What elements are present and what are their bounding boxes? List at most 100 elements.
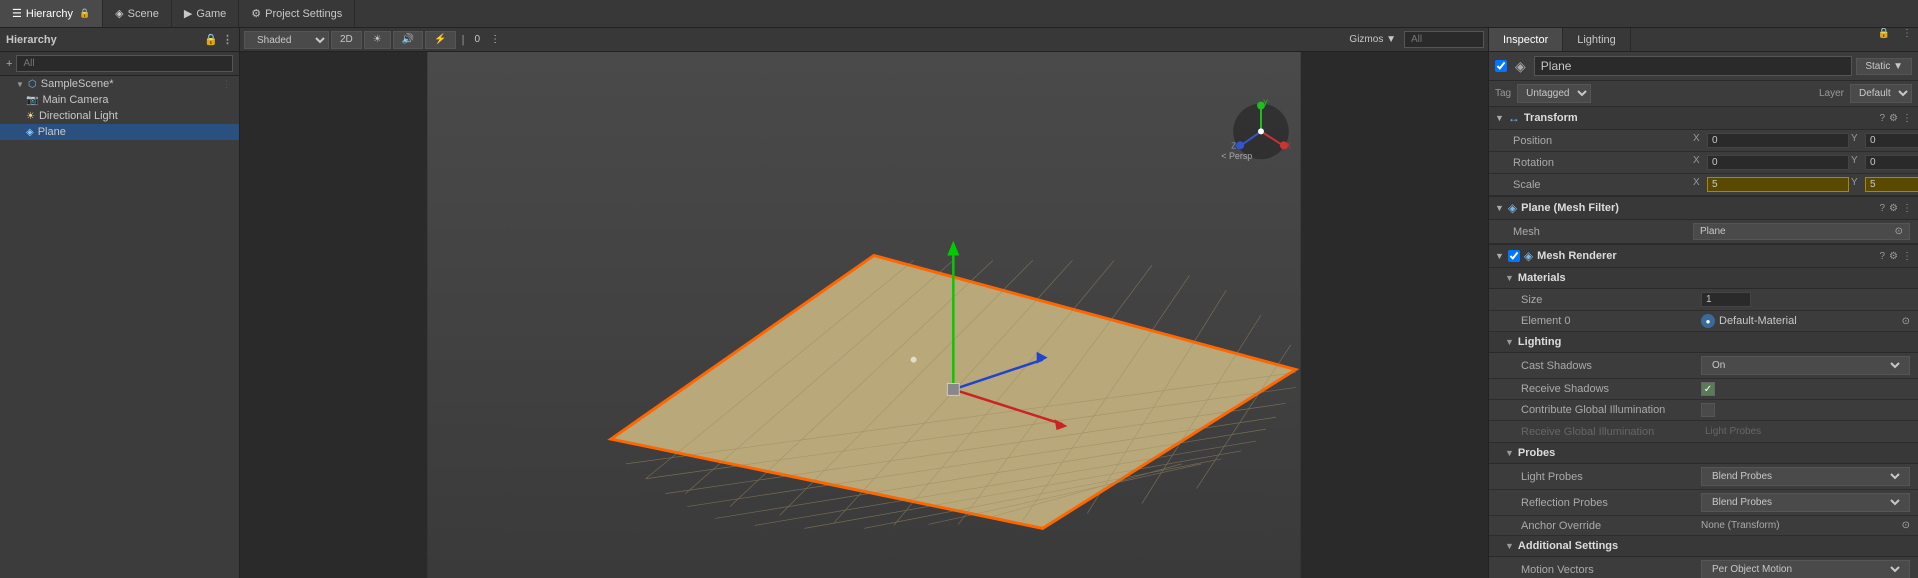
2d-toggle[interactable]: 2D — [331, 31, 362, 49]
hierarchy-lock-btn[interactable]: 🔒 — [204, 33, 218, 46]
mesh-filter-component: ▼ ◈ Plane (Mesh Filter) ? ⚙ ⋮ Mesh Plane… — [1489, 197, 1918, 245]
hierarchy-item[interactable]: ◈ Plane — [0, 124, 239, 140]
hierarchy-item[interactable]: 📷 Main Camera — [0, 92, 239, 108]
tab-lighting[interactable]: Lighting — [1563, 28, 1631, 51]
motion-vectors-row: Motion Vectors Per Object MotionCamera M… — [1489, 557, 1918, 578]
rotation-y[interactable] — [1865, 155, 1918, 170]
cast-shadows-dropdown[interactable]: OnOffTwo Sided — [1701, 356, 1910, 375]
static-button[interactable]: Static ▼ — [1856, 58, 1912, 75]
probes-section-header[interactable]: ▼ Probes — [1489, 443, 1918, 464]
object-active-checkbox[interactable] — [1495, 60, 1507, 72]
panel-more-btn[interactable]: ⋮ — [1896, 28, 1918, 51]
mesh-renderer-enable-checkbox[interactable] — [1508, 250, 1520, 262]
tab-game[interactable]: ▶ Game — [172, 0, 239, 27]
anchor-select-icon[interactable]: ⊙ — [1902, 520, 1910, 531]
transform-header[interactable]: ▼ ↔ Transform ? ⚙ ⋮ — [1489, 107, 1918, 130]
cast-shadows-select[interactable]: OnOffTwo Sided — [1708, 359, 1903, 372]
svg-text:Z: Z — [1231, 141, 1236, 150]
layer-select[interactable]: Default — [1850, 84, 1912, 103]
tab-scene[interactable]: ◈ Scene — [103, 0, 172, 27]
material-icon: ● — [1701, 314, 1715, 328]
scene-search[interactable] — [1404, 31, 1484, 48]
contribute-gi-checkbox[interactable] — [1701, 403, 1715, 417]
reflection-probes-select[interactable]: Blend ProbesOffSimple — [1708, 496, 1903, 509]
material-name-label: Default-Material — [1719, 315, 1797, 327]
checkmark-icon: ✓ — [1704, 384, 1712, 395]
rotation-x[interactable] — [1707, 155, 1849, 170]
tab-inspector[interactable]: Inspector — [1489, 28, 1563, 51]
rotation-field: X Y Z — [1693, 155, 1918, 170]
scale-y[interactable] — [1865, 177, 1918, 192]
object-icon-display: ◈ — [1515, 58, 1526, 75]
cast-shadows-row: Cast Shadows OnOffTwo Sided — [1489, 353, 1918, 379]
tabs-spacer — [1631, 28, 1872, 51]
mesh-value: Plane ⊙ — [1693, 223, 1910, 240]
additional-settings-expand-icon: ▼ — [1505, 541, 1514, 551]
camera-icon: 📷 — [26, 95, 38, 106]
scene-obj-icon: ⬡ — [28, 79, 37, 90]
panel-lock-btn[interactable]: 🔒 — [1872, 28, 1896, 51]
position-field: X Y Z — [1693, 133, 1918, 148]
hierarchy-item[interactable]: ☀ Directional Light — [0, 108, 239, 124]
mesh-select-icon[interactable]: ⊙ — [1895, 226, 1903, 237]
shading-dropdown[interactable]: Shaded Wireframe — [244, 31, 329, 49]
scale-x[interactable] — [1707, 177, 1849, 192]
mesh-renderer-header[interactable]: ▼ ◈ Mesh Renderer ? ⚙ ⋮ — [1489, 245, 1918, 268]
meshrenderer-settings-icon[interactable]: ⚙ — [1889, 251, 1898, 262]
element0-row: Element 0 ● Default-Material ⊙ — [1489, 311, 1918, 332]
meshfilter-help-icon[interactable]: ? — [1879, 203, 1885, 214]
motion-vectors-dropdown[interactable]: Per Object MotionCamera Motion OnlyForce… — [1701, 560, 1910, 578]
hierarchy-header-actions: 🔒 ⋮ — [204, 33, 233, 46]
scene-grid-btn[interactable]: ⋮ — [486, 34, 504, 45]
tab-project-settings[interactable]: ⚙ Project Settings — [239, 0, 355, 27]
hierarchy-title-area: Hierarchy — [6, 34, 57, 46]
mesh-filter-expand-icon: ▼ — [1495, 203, 1504, 213]
hierarchy-item[interactable]: ▼ ⬡ SampleScene* ⋮ — [0, 76, 239, 92]
inspector-tabs: Inspector Lighting 🔒 ⋮ — [1489, 28, 1918, 52]
main-layout: Hierarchy 🔒 ⋮ + ▼ ⬡ SampleScene* ⋮ 📷 Mai… — [0, 28, 1918, 578]
hierarchy-search[interactable] — [16, 55, 233, 72]
lighting-section-header[interactable]: ▼ Lighting — [1489, 332, 1918, 353]
transform-component: ▼ ↔ Transform ? ⚙ ⋮ Position X Y Z — [1489, 107, 1918, 197]
meshfilter-menu-icon[interactable]: ⋮ — [1902, 203, 1912, 214]
tag-select[interactable]: Untagged — [1517, 84, 1591, 103]
game-icon: ▶ — [184, 7, 192, 20]
materials-size-input[interactable] — [1701, 292, 1751, 307]
gizmos-btn[interactable]: Gizmos ▼ — [1343, 34, 1402, 45]
anchor-override-row: Anchor Override None (Transform) ⊙ — [1489, 516, 1918, 536]
component-menu-icon[interactable]: ⋮ — [1902, 113, 1912, 124]
hierarchy-title: Hierarchy — [6, 34, 57, 46]
position-x[interactable] — [1707, 133, 1849, 148]
light-probes-select[interactable]: Blend ProbesOffUse Proxy Volume — [1708, 470, 1903, 483]
add-button[interactable]: + — [6, 58, 12, 70]
meshrenderer-menu-icon[interactable]: ⋮ — [1902, 251, 1912, 262]
component-help-icon[interactable]: ? — [1879, 113, 1885, 124]
hierarchy-more-btn[interactable]: ⋮ — [222, 33, 233, 46]
motion-vectors-select[interactable]: Per Object MotionCamera Motion OnlyForce… — [1708, 563, 1903, 576]
lock-icon: 🔒 — [79, 8, 90, 19]
fx-toggle[interactable]: ⚡ — [425, 31, 455, 49]
element0-value: ● Default-Material ⊙ — [1701, 314, 1910, 328]
anchor-override-value: None (Transform) ⊙ — [1701, 520, 1910, 531]
hierarchy-more-icon[interactable]: ⋮ — [222, 79, 231, 90]
additional-settings-section-header[interactable]: ▼ Additional Settings — [1489, 536, 1918, 557]
reflection-probes-dropdown[interactable]: Blend ProbesOffSimple — [1701, 493, 1910, 512]
mesh-filter-icon: ◈ — [1508, 201, 1517, 215]
light-probes-dropdown[interactable]: Blend ProbesOffUse Proxy Volume — [1701, 467, 1910, 486]
mesh-filter-header[interactable]: ▼ ◈ Plane (Mesh Filter) ? ⚙ ⋮ — [1489, 197, 1918, 220]
meshfilter-settings-icon[interactable]: ⚙ — [1889, 203, 1898, 214]
hierarchy-icon: ☰ — [12, 7, 22, 20]
scene-svg: Y X Z < Persp — [240, 52, 1488, 578]
tab-hierarchy[interactable]: ☰ Hierarchy 🔒 — [0, 0, 103, 27]
component-settings-icon[interactable]: ⚙ — [1889, 113, 1898, 124]
audio-toggle[interactable]: 🔊 — [393, 31, 423, 49]
lighting-toggle[interactable]: ☀ — [364, 31, 391, 49]
material-select-icon[interactable]: ⊙ — [1902, 316, 1910, 327]
materials-section-header[interactable]: ▼ Materials — [1489, 268, 1918, 289]
scene-canvas[interactable]: Y X Z < Persp — [240, 52, 1488, 578]
object-name-input[interactable] — [1534, 56, 1853, 76]
mesh-icon: ◈ — [26, 127, 34, 138]
meshrenderer-help-icon[interactable]: ? — [1879, 251, 1885, 262]
receive-shadows-checkbox[interactable]: ✓ — [1701, 382, 1715, 396]
position-y[interactable] — [1865, 133, 1918, 148]
